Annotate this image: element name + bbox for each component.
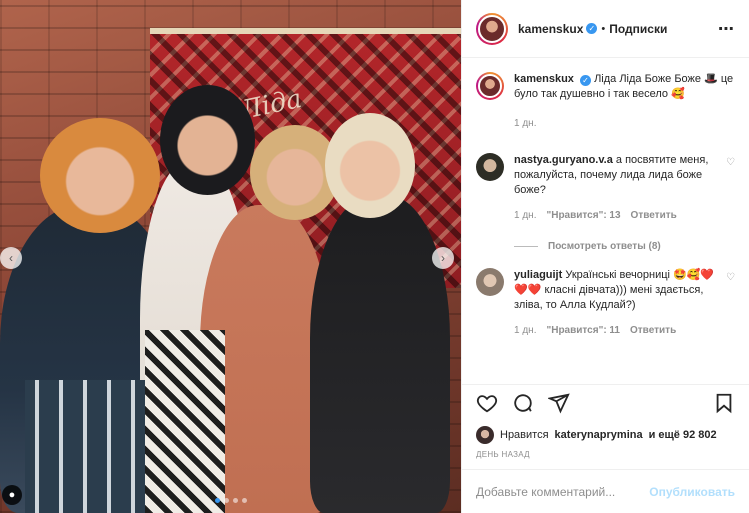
likes-count[interactable]: и ещё 92 802 [649, 429, 717, 441]
publish-button[interactable]: Опубликовать [649, 485, 735, 499]
comment-likes[interactable]: "Нравится": 11 [546, 323, 620, 338]
follow-status-button[interactable]: Подписки [609, 22, 667, 36]
post-photo[interactable]: Ліда ‹ › ● [0, 0, 461, 513]
verified-icon: ✓ [586, 23, 598, 34]
replies-line [514, 246, 538, 247]
comment-username[interactable]: yuliaguijt [514, 269, 562, 281]
author-username[interactable]: kamenskux [518, 22, 583, 36]
reply-button[interactable]: Ответить [631, 208, 677, 223]
carousel-indicator [0, 498, 461, 503]
post-side-panel: kamenskux ✓ • Подписки ⋯ kamenskux ✓ Лід… [461, 0, 749, 513]
view-replies-label[interactable]: Посмотреть ответы (8) [548, 241, 661, 252]
comment-like-icon[interactable]: ♡ [726, 157, 735, 223]
person-1-head [40, 118, 160, 233]
author-avatar[interactable] [476, 12, 508, 45]
comment-time[interactable]: 1 дн. [514, 323, 536, 338]
commenter-avatar[interactable] [476, 268, 504, 296]
post-header: kamenskux ✓ • Подписки ⋯ [462, 0, 749, 58]
caption: kamenskux ✓ Ліда Ліда Боже Боже 🎩 це бул… [476, 72, 735, 131]
share-icon[interactable] [546, 392, 570, 417]
post-actions [462, 384, 749, 424]
carousel-dot [214, 498, 220, 503]
comment-input[interactable] [476, 484, 650, 499]
carousel-dot [223, 498, 229, 503]
previous-photo-button[interactable]: ‹ [0, 247, 22, 269]
plaid-skirt [25, 380, 165, 513]
liker-avatar[interactable] [476, 426, 494, 444]
liker-username[interactable]: katerynaprymina [555, 429, 643, 441]
comment-like-icon[interactable]: ♡ [726, 272, 735, 338]
comment: yuliaguijt Українські вечорниці 🤩🥰❤️❤️❤️… [476, 268, 735, 338]
next-photo-button[interactable]: › [432, 247, 454, 269]
verified-icon: ✓ [580, 75, 591, 86]
caption-time[interactable]: 1 дн. [514, 116, 536, 131]
person-4 [310, 195, 450, 513]
comment-time[interactable]: 1 дн. [514, 208, 536, 223]
caption-username[interactable]: kamenskux [514, 73, 574, 85]
commenter-avatar[interactable] [476, 153, 504, 181]
user-tag-icon[interactable]: ● [2, 485, 22, 505]
bookmark-icon[interactable] [713, 392, 735, 417]
more-options-icon[interactable]: ⋯ [718, 19, 735, 39]
comment-likes[interactable]: "Нравится": 13 [546, 208, 620, 223]
comment-username[interactable]: nastya.guryano.v.a [514, 154, 613, 166]
person-4-head [325, 113, 415, 218]
reply-button[interactable]: Ответить [630, 323, 676, 338]
heart-icon[interactable] [476, 392, 498, 417]
add-comment-bar: Опубликовать [462, 469, 749, 513]
caption-author-avatar[interactable] [476, 72, 504, 100]
header-separator: • [601, 22, 606, 35]
person-2-head [160, 85, 255, 195]
carousel-dot [241, 498, 247, 503]
carousel-dot [232, 498, 238, 503]
comment-icon[interactable] [512, 392, 534, 417]
comment: nastya.guryano.v.a а посвятите меня, пож… [476, 153, 735, 223]
post-date[interactable]: ДЕНЬ НАЗАД [462, 446, 749, 469]
likes-summary[interactable]: Нравится katerynaprymina и ещё 92 802 [462, 424, 749, 446]
likes-prefix: Нравится [500, 429, 549, 441]
comments-section[interactable]: kamenskux ✓ Ліда Ліда Боже Боже 🎩 це бул… [462, 58, 749, 384]
view-replies-button[interactable]: Посмотреть ответы (8) [514, 241, 735, 252]
patterned-skirt [145, 330, 225, 513]
post-view: Ліда ‹ › ● kamenskux ✓ • Подписки ⋯ kame… [0, 0, 749, 513]
